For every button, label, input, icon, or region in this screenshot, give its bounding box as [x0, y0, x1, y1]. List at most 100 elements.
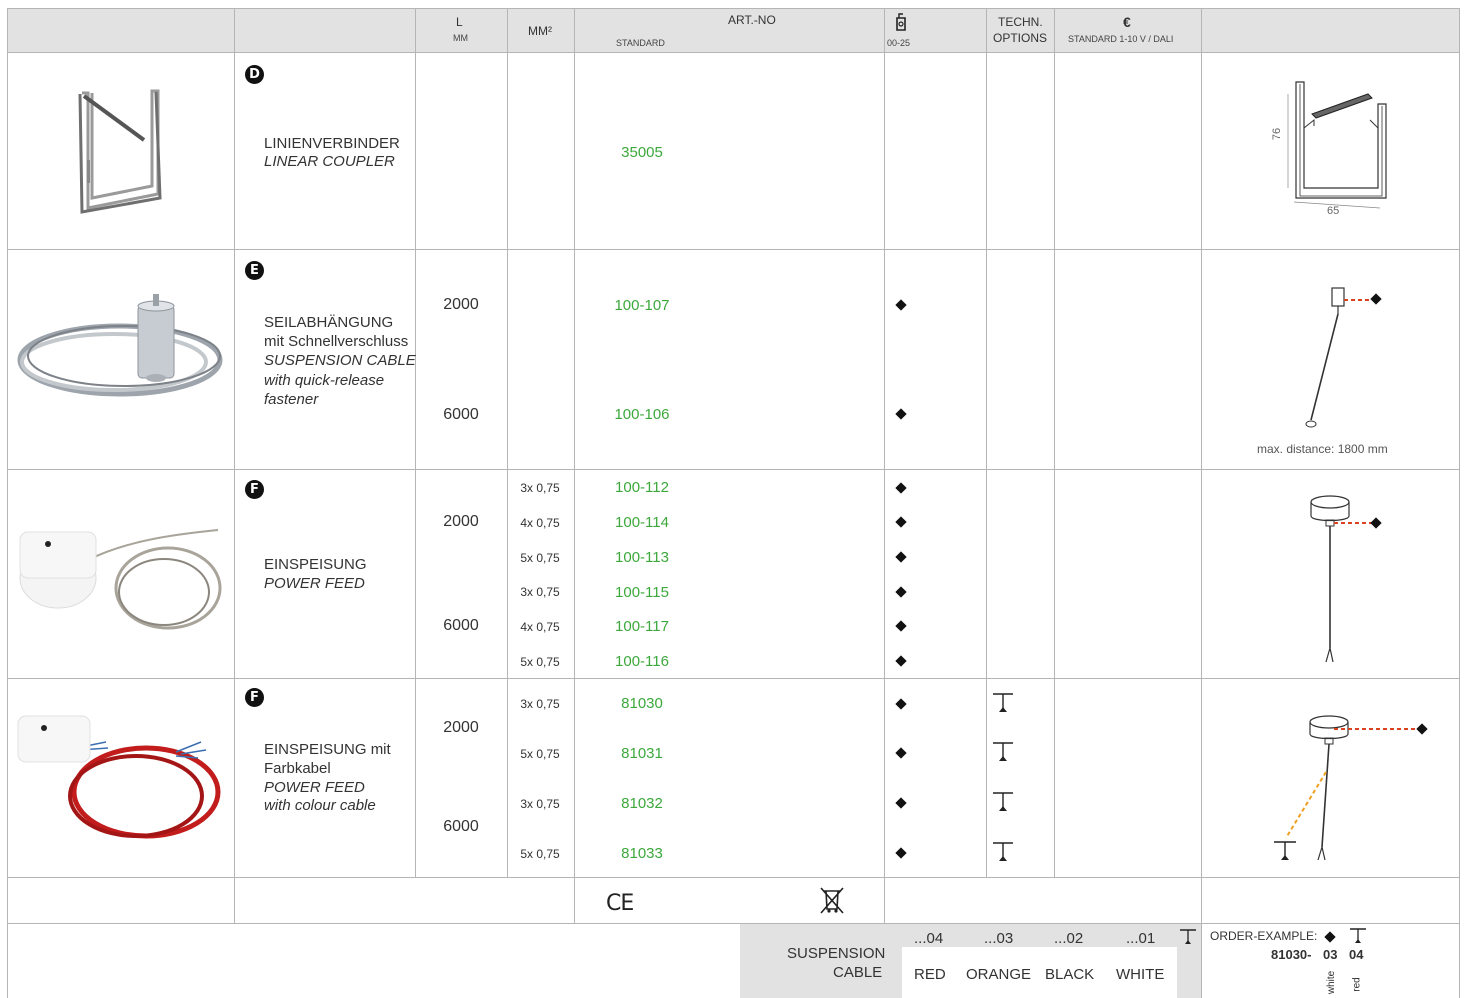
- linear-coupler-drawing: [1268, 76, 1398, 221]
- header-options-label: OPTIONS: [993, 31, 1048, 45]
- linear-coupler-name-en: LINEAR COUPLER: [264, 153, 395, 170]
- art-100-106: 100-106: [614, 406, 670, 423]
- dimmer-icon: [894, 12, 908, 32]
- header-techn-label: TECHN.: [998, 15, 1043, 29]
- colour-cable-name-en-1: POWER FEED: [264, 779, 365, 796]
- dim-diamond-icon: [895, 698, 907, 710]
- art-number: 81030: [621, 695, 663, 712]
- badge-e: E: [245, 261, 264, 280]
- art-100-107: 100-107: [614, 297, 670, 314]
- suspension-t-icon: [991, 791, 1015, 813]
- order-white-label: white: [1326, 970, 1338, 995]
- color-code: ...04: [914, 930, 944, 947]
- cross-section: 3x 0,75: [520, 481, 560, 495]
- dim-diamond-icon: [1324, 931, 1336, 943]
- header-euro-sub: STANDARD 1-10 V / DALI: [1068, 34, 1174, 44]
- suspension-name-de-1: SEILABHÄNGUNG: [264, 314, 394, 331]
- dim-diamond-icon: [895, 847, 907, 859]
- art-number: 81031: [621, 745, 663, 762]
- linear-coupler-photo: [70, 88, 170, 218]
- header-dim-range: 00-25: [887, 38, 911, 48]
- order-code-color-1: 03: [1323, 947, 1338, 962]
- dim-diamond-icon: [895, 408, 907, 420]
- color-name: BLACK: [1045, 966, 1095, 983]
- header-l-unit: MM: [453, 33, 468, 43]
- power-feed-name-en: POWER FEED: [264, 575, 365, 592]
- color-code: ...03: [984, 930, 1014, 947]
- cross-section: 4x 0,75: [520, 516, 560, 530]
- dim-diamond-icon: [895, 299, 907, 311]
- suspension-drawing: [1295, 282, 1405, 432]
- power-feed-drawing: [1300, 490, 1400, 670]
- cross-section: 5x 0,75: [520, 551, 560, 565]
- suspension-t-icon: [1348, 927, 1368, 945]
- color-code: ...02: [1054, 930, 1084, 947]
- dimension-width: 65: [1327, 205, 1340, 217]
- max-distance-note: max. distance: 1800 mm: [1257, 442, 1388, 456]
- dimension-height: 76: [1271, 127, 1284, 141]
- power-feed-photo: [18, 520, 228, 635]
- header-mm2-label: MM²: [528, 24, 552, 38]
- dim-diamond-icon: [895, 516, 907, 528]
- length-6000: 6000: [443, 617, 479, 634]
- dim-diamond-icon: [895, 655, 907, 667]
- suspension-name-de-2: mit Schnellverschluss: [264, 333, 409, 350]
- suspension-name-en-2: with quick-release: [264, 372, 385, 389]
- header-art-no-label: ART.-NO: [728, 13, 776, 27]
- colour-cable-name-de-2: Farbkabel: [264, 760, 331, 777]
- cross-section: 5x 0,75: [520, 747, 560, 761]
- cross-section: 3x 0,75: [520, 697, 560, 711]
- order-example-label: ORDER-EXAMPLE:: [1210, 929, 1318, 943]
- color-code: ...01: [1126, 930, 1156, 947]
- length-6000: 6000: [443, 406, 479, 423]
- dim-diamond-icon: [895, 586, 907, 598]
- colour-cable-name-de-1: EINSPEISUNG mit: [264, 741, 391, 758]
- color-name: RED: [914, 966, 946, 983]
- suspension-cable-photo: [14, 290, 226, 402]
- badge-f: F: [245, 688, 264, 707]
- length-2000: 2000: [443, 513, 479, 530]
- ce-mark: CE: [606, 891, 634, 916]
- art-number: 100-113: [615, 549, 669, 566]
- linear-coupler-name-de: LINIENVERBINDER: [264, 135, 400, 152]
- color-name: WHITE: [1116, 966, 1165, 983]
- suspension-t-icon: [991, 841, 1015, 863]
- dim-diamond-icon: [895, 747, 907, 759]
- suspension-name-en-1: SUSPENSION CABLE: [264, 352, 416, 369]
- colour-cable-photo: [16, 712, 228, 852]
- cross-section: 5x 0,75: [520, 847, 560, 861]
- art-number: 100-116: [615, 653, 669, 670]
- length-2000: 2000: [443, 296, 479, 313]
- euro-icon: €: [1123, 14, 1131, 30]
- header-l-label: L: [456, 15, 463, 29]
- power-feed-name-de: EINSPEISUNG: [264, 556, 367, 573]
- suspension-cable-label-1: SUSPENSION: [787, 945, 886, 962]
- suspension-cable-label-2: CABLE: [833, 964, 883, 981]
- weee-bin-icon: [818, 885, 846, 915]
- badge-d: D: [245, 65, 264, 84]
- suspension-t-icon: [991, 692, 1015, 714]
- length-2000: 2000: [443, 719, 479, 736]
- colour-cable-drawing: [1262, 712, 1437, 867]
- order-code: 81030-: [1271, 947, 1312, 962]
- badge-f: F: [245, 480, 264, 499]
- colour-cable-name-en-2: with colour cable: [264, 797, 376, 814]
- length-6000: 6000: [443, 818, 479, 835]
- order-code-color-2: 04: [1349, 947, 1364, 962]
- dim-diamond-icon: [895, 482, 907, 494]
- art-number: 100-114: [615, 514, 669, 531]
- art-number: 81033: [621, 845, 663, 862]
- order-red-label: red: [1351, 977, 1363, 992]
- cross-section: 4x 0,75: [520, 620, 560, 634]
- dim-diamond-icon: [895, 797, 907, 809]
- header-standard-label: STANDARD: [616, 38, 665, 48]
- color-name: ORANGE: [966, 966, 1032, 983]
- suspension-name-en-3: fastener: [264, 391, 319, 408]
- dim-diamond-icon: [895, 551, 907, 563]
- cross-section: 3x 0,75: [520, 797, 560, 811]
- suspension-t-icon: [991, 741, 1015, 763]
- dim-diamond-icon: [895, 620, 907, 632]
- art-number: 100-115: [615, 584, 669, 601]
- cross-section: 5x 0,75: [520, 655, 560, 669]
- art-35005: 35005: [621, 144, 663, 161]
